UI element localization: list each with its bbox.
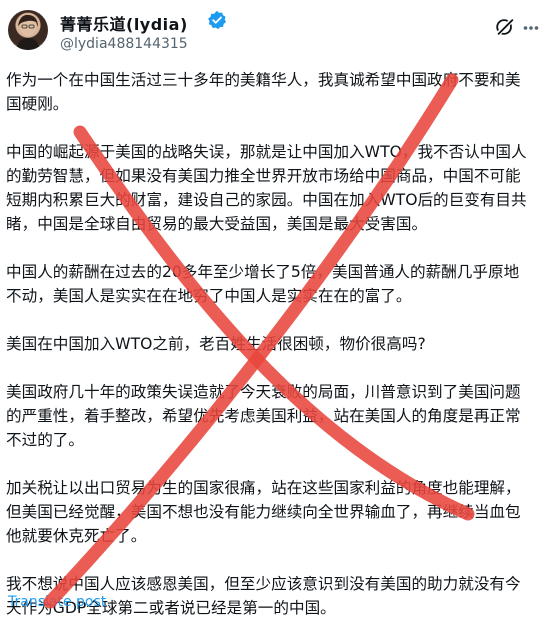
post-paragraph: 加关税让以出口贸易为生的国家很痛，站在这些国家利益的角度也能理解， 但美国已经觉… [6, 479, 521, 545]
post-paragraph: 美国政府几十年的政策失误造就了今天衰败的局面，川普意识到了美国问题 的严重性，着… [6, 383, 521, 449]
post-paragraph: 作为一个在中国生活过三十多年的美籍华人，我真诚希望中国政府不要和美 国硬刚。 [6, 71, 521, 113]
post-paragraph: 中国的崛起源于美国的战略失误，那就是让中国加入WTO，我不否认中国人 的勤劳智慧… [6, 143, 527, 233]
more-icon[interactable] [523, 20, 539, 36]
post-paragraph: 中国人的薪酬在过去的20多年至少增长了5倍，美国普通人的薪酬几乎原地 不动，美国… [6, 263, 520, 305]
grok-icon[interactable] [494, 16, 516, 38]
author-handle[interactable]: @lydia488144315 [60, 36, 188, 52]
avatar[interactable] [8, 10, 48, 50]
post-body: 作为一个在中国生活过三十多年的美籍华人，我真诚希望中国政府不要和美 国硬刚。 中… [6, 68, 536, 620]
post-paragraph: 美国在中国加入WTO之前，老百姓生活很困顿，物价很高吗? [6, 335, 426, 353]
translate-post-link[interactable]: Translate post [8, 594, 106, 610]
author-display-name[interactable]: 菁菁乐道(lydia) [60, 11, 188, 35]
post-header: 菁菁乐道(lydia) @lydia488144315 [0, 0, 542, 62]
verified-badge-icon [208, 10, 226, 30]
